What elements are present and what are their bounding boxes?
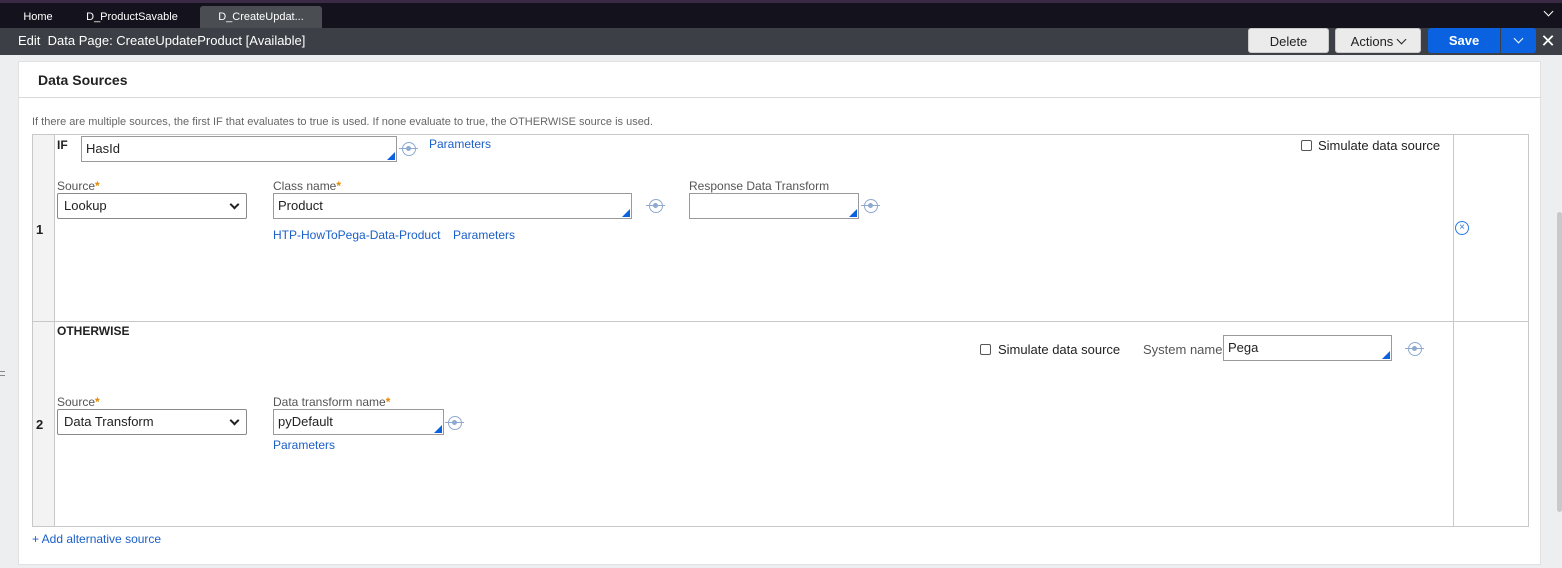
data-transform-field[interactable]: pyDefault — [273, 409, 444, 435]
data-sources-grid: 1 IF HasId Parameters Simulate data sour… — [32, 134, 1529, 527]
actions-label: Actions — [1350, 34, 1394, 49]
if-keyword: IF — [57, 138, 68, 152]
data-transform-parameters-link[interactable]: Parameters — [273, 438, 335, 452]
tab-home[interactable]: Home — [10, 6, 66, 28]
source-label: Source* — [57, 179, 100, 193]
target-icon[interactable] — [445, 416, 464, 430]
target-icon[interactable] — [399, 142, 418, 156]
close-icon[interactable]: ✕ — [1537, 30, 1559, 52]
page-title: Data Page: CreateUpdateProduct [Availabl… — [47, 33, 306, 48]
row-number: 2 — [36, 417, 44, 432]
save-menu-button[interactable] — [1501, 28, 1536, 53]
simulate-checkbox[interactable] — [1301, 140, 1312, 151]
delete-button[interactable]: Delete — [1248, 28, 1329, 53]
simulate-checkbox[interactable] — [980, 344, 991, 355]
edit-prefix: Edit — [18, 33, 41, 48]
tab-d-productsavable[interactable]: D_ProductSavable — [80, 6, 184, 28]
source-select[interactable]: Data Transform — [57, 409, 247, 435]
response-transform-label: Response Data Transform — [689, 179, 830, 193]
tab-strip: Home D_ProductSavable D_CreateUpdat... — [0, 0, 1562, 31]
section-hint: If there are multiple sources, the first… — [32, 116, 653, 128]
class-link[interactable]: HTP-HowToPega-Data-Product — [273, 228, 440, 242]
class-name-label: Class name* — [273, 179, 342, 193]
add-alternative-source-link[interactable]: + Add alternative source — [32, 532, 161, 546]
data-sources-panel: Data Sources If there are multiple sourc… — [18, 61, 1541, 565]
tab-overflow-chevron-icon[interactable] — [1540, 6, 1554, 21]
resize-handle-icon[interactable] — [0, 371, 5, 376]
rule-title: Edit Data Page: CreateUpdateProduct [Ava… — [18, 28, 305, 54]
class-name-field[interactable]: Product — [273, 193, 632, 219]
chevron-down-icon — [1513, 33, 1524, 44]
class-parameters-link[interactable]: Parameters — [453, 228, 515, 242]
target-icon[interactable] — [1405, 342, 1424, 356]
source-select[interactable]: Lookup — [57, 193, 247, 219]
vertical-scrollbar[interactable] — [1557, 212, 1562, 512]
actions-button[interactable]: Actions — [1335, 28, 1421, 53]
source-select-value: Data Transform — [64, 414, 154, 429]
section-title: Data Sources — [38, 72, 128, 88]
when-condition-field[interactable]: HasId — [81, 136, 397, 162]
row-actions-column — [1453, 135, 1528, 526]
divider — [19, 97, 1540, 98]
otherwise-keyword: OTHERWISE — [57, 324, 130, 338]
source-label: Source* — [57, 395, 100, 409]
condition-parameters-link[interactable]: Parameters — [429, 137, 491, 151]
delete-row-icon[interactable]: × — [1455, 221, 1469, 235]
target-icon[interactable] — [861, 199, 880, 213]
chevron-down-icon — [1396, 34, 1407, 45]
system-name-field[interactable]: Pega — [1223, 335, 1392, 361]
simulate-label: Simulate data source — [998, 342, 1121, 357]
row-divider — [33, 321, 1528, 322]
data-transform-label: Data transform name* — [273, 395, 391, 409]
system-name-label: System name — [1143, 342, 1223, 357]
row-number-column — [33, 135, 55, 526]
rule-header: Edit Data Page: CreateUpdateProduct [Ava… — [0, 28, 1562, 55]
row-number: 1 — [36, 222, 44, 237]
chevron-down-icon — [229, 415, 240, 426]
response-transform-field[interactable] — [689, 193, 859, 219]
save-button[interactable]: Save — [1428, 28, 1500, 53]
chevron-down-icon — [229, 199, 240, 210]
source-select-value: Lookup — [64, 198, 107, 213]
simulate-label: Simulate data source — [1318, 138, 1441, 153]
target-icon[interactable] — [646, 199, 665, 213]
